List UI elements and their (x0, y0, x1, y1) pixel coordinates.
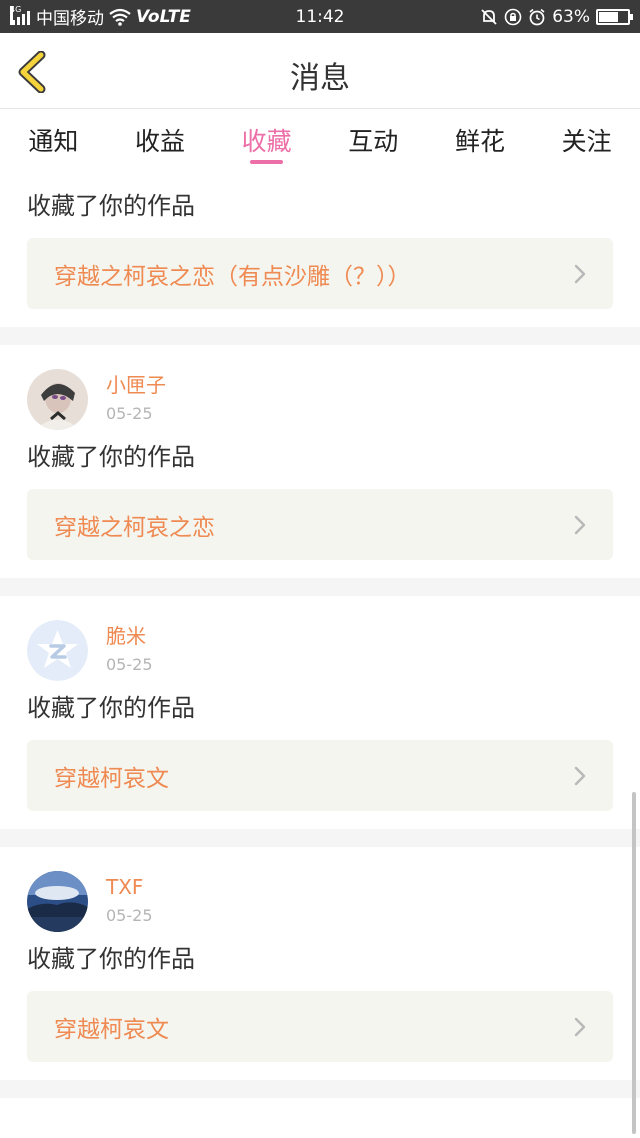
carrier-label: 中国移动 (36, 9, 104, 29)
rotation-lock-icon (504, 8, 522, 25)
message-date: 05-25 (106, 404, 153, 423)
alarm-icon (529, 8, 545, 25)
list-item: 脆米 05-25 收藏了你的作品 穿越柯哀文 (0, 596, 640, 829)
action-text: 收藏了你的作品 (27, 945, 195, 973)
avatar[interactable] (27, 619, 88, 681)
action-text: 收藏了你的作品 (27, 192, 195, 220)
list-item: 收藏了你的作品 穿越之柯哀之恋（有点沙雕（？）） (0, 170, 640, 327)
tab-flowers[interactable]: 鲜花 (427, 110, 534, 170)
status-left: 4G 中国移动 VoLTE (10, 4, 270, 29)
message-date: 05-25 (106, 655, 153, 674)
tab-interactions[interactable]: 互动 (320, 110, 427, 170)
chevron-right-icon (574, 1017, 586, 1036)
battery-percent: 63% (552, 6, 590, 27)
work-title: 穿越柯哀文 (54, 765, 169, 792)
tab-notifications[interactable]: 通知 (0, 110, 107, 170)
user-row: 小匣子 05-25 (27, 345, 613, 430)
wifi-icon (109, 8, 131, 26)
page-title: 消息 (290, 61, 350, 96)
action-text: 收藏了你的作品 (27, 443, 195, 471)
list-item: TXF 05-25 收藏了你的作品 穿越柯哀文 (0, 847, 640, 1080)
chevron-right-icon (574, 515, 586, 534)
volte-label: VoLTE (136, 6, 191, 27)
divider (0, 1080, 640, 1098)
user-meta: TXF 05-25 (106, 874, 153, 928)
work-link[interactable]: 穿越柯哀文 (27, 740, 613, 811)
battery-icon (596, 8, 633, 25)
status-bar: 4G 中国移动 VoLTE 11:42 63% (0, 0, 640, 33)
tab-follows[interactable]: 关注 (533, 110, 640, 170)
user-meta: 脆米 05-25 (106, 623, 153, 677)
user-row: 脆米 05-25 (27, 596, 613, 681)
work-link[interactable]: 穿越柯哀文 (27, 991, 613, 1062)
user-meta: 小匣子 05-25 (106, 372, 166, 426)
status-right: 63% (480, 0, 633, 33)
divider (0, 829, 640, 847)
work-link[interactable]: 穿越之柯哀之恋（有点沙雕（？）） (27, 238, 613, 309)
avatar[interactable] (27, 870, 88, 932)
work-link[interactable]: 穿越之柯哀之恋 (27, 489, 613, 560)
app-header: 消息 (0, 33, 640, 109)
username[interactable]: 脆米 (106, 623, 153, 649)
action-text: 收藏了你的作品 (27, 694, 195, 722)
user-row: TXF 05-25 (27, 847, 613, 932)
divider (0, 327, 640, 345)
work-title: 穿越之柯哀之恋 (54, 514, 215, 541)
tab-earnings[interactable]: 收益 (107, 110, 214, 170)
mute-icon (481, 8, 497, 25)
username[interactable]: 小匣子 (106, 372, 166, 398)
scrollbar[interactable] (632, 792, 636, 1134)
work-title: 穿越之柯哀之恋（有点沙雕（？）） (54, 263, 411, 290)
tab-bar: 通知 收益 收藏 互动 鲜花 关注 (0, 110, 640, 170)
message-list: 收藏了你的作品 穿越之柯哀之恋（有点沙雕（？）） 小匣子 05-25 收藏了你的… (0, 170, 640, 1098)
work-title: 穿越柯哀文 (54, 1016, 169, 1043)
tab-favorites[interactable]: 收藏 (213, 110, 320, 170)
message-date: 05-25 (106, 906, 153, 925)
chevron-right-icon (574, 766, 586, 785)
list-item: 小匣子 05-25 收藏了你的作品 穿越之柯哀之恋 (0, 345, 640, 578)
divider (0, 578, 640, 596)
chevron-right-icon (574, 264, 586, 283)
avatar[interactable] (27, 368, 88, 430)
signal-icon: 4G (10, 5, 32, 25)
username[interactable]: TXF (106, 874, 153, 900)
